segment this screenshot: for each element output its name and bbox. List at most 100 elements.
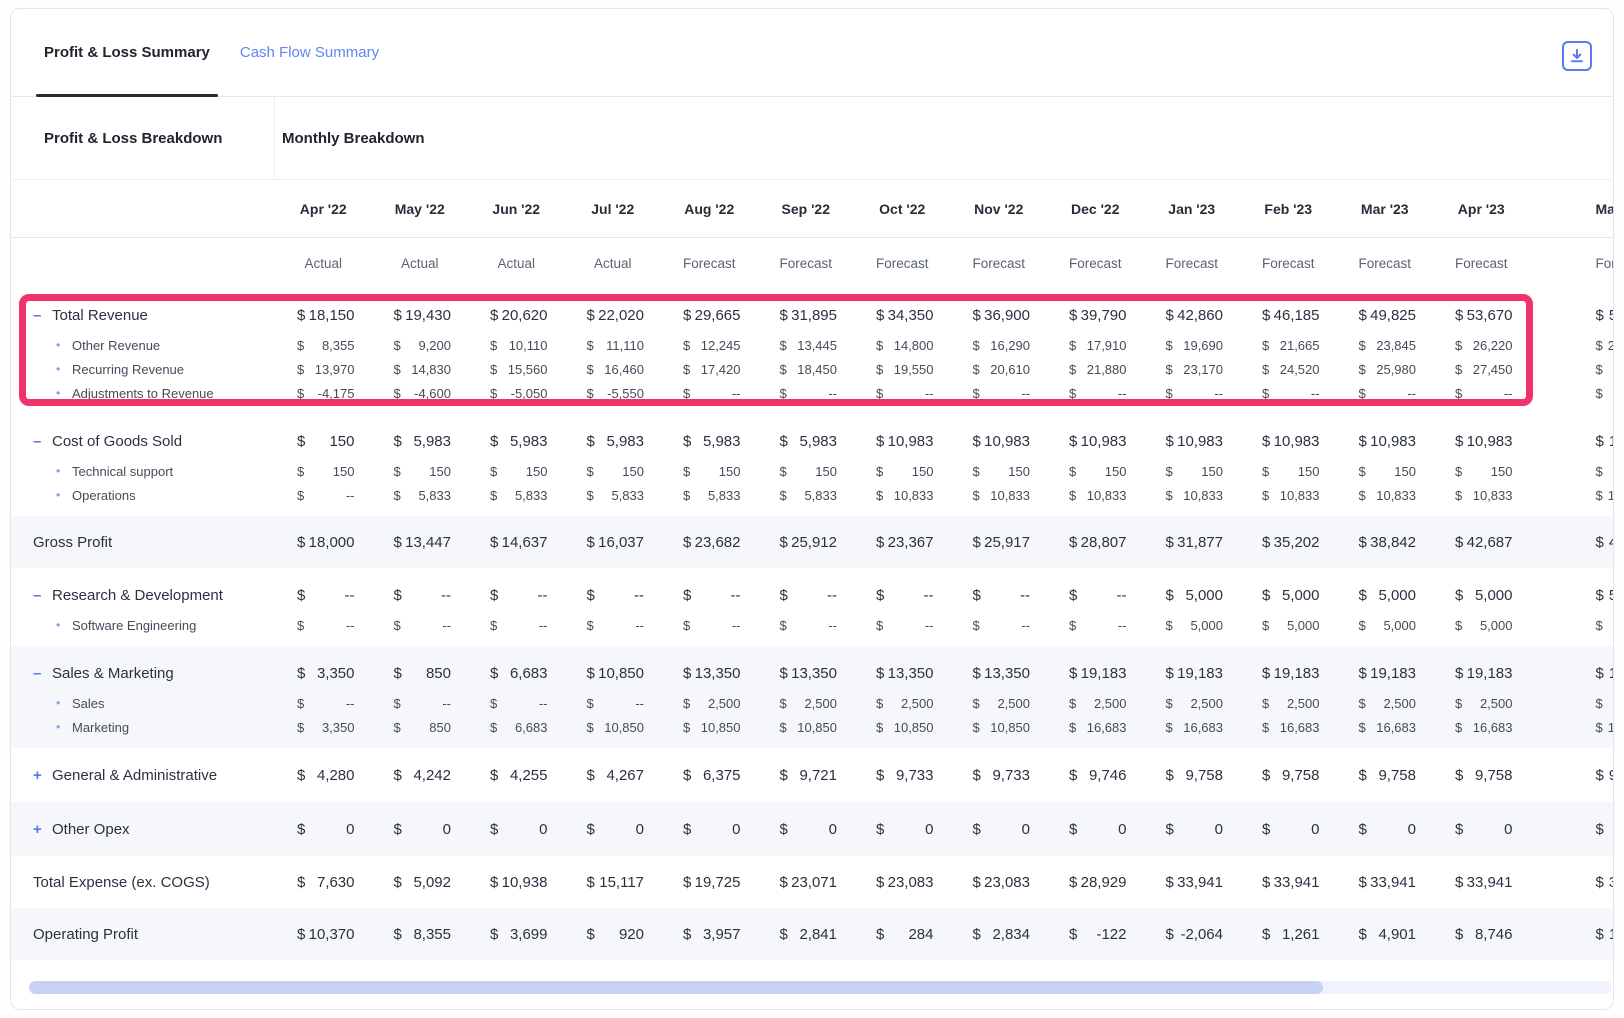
value-cell: $2,500 — [661, 696, 758, 711]
currency-symbol: $ — [1359, 821, 1367, 838]
currency-symbol: $ — [297, 362, 304, 377]
currency-symbol: $ — [1359, 767, 1367, 784]
currency-symbol: $ — [490, 433, 498, 450]
month-column-header: Jul '22 — [565, 201, 662, 217]
value-text: 10,833 — [1376, 488, 1416, 503]
value-cell: $13,350 — [661, 665, 758, 682]
currency-symbol: $ — [876, 433, 884, 450]
value-text: 0 — [1311, 821, 1319, 838]
collapse-icon[interactable]: – — [33, 666, 46, 681]
value-text: 10,983 — [1467, 433, 1513, 450]
value-text: 23,682 — [695, 534, 741, 551]
value-cell: $-- — [661, 386, 758, 401]
row-cost-of-goods-sold: –Cost of Goods Sold$150$5,983$5,983$5,98… — [11, 423, 1614, 459]
bullet-icon: • — [56, 339, 62, 351]
currency-symbol: $ — [297, 587, 305, 604]
currency-symbol: $ — [876, 696, 883, 711]
download-button[interactable] — [1562, 41, 1592, 71]
currency-symbol: $ — [490, 767, 498, 784]
tab-cash-flow-summary[interactable]: Cash Flow Summary — [232, 9, 387, 96]
value-text: 10,833 — [1183, 488, 1223, 503]
row-label-cell: •Technical support — [11, 464, 275, 479]
value-text: -- — [442, 696, 451, 711]
currency-symbol: $ — [490, 720, 497, 735]
value-text: 2 — [1608, 338, 1614, 353]
currency-symbol: $ — [1359, 874, 1367, 891]
row-label: Sales & Marketing — [52, 665, 174, 682]
currency-symbol: $ — [1262, 587, 1270, 604]
currency-symbol: $ — [683, 386, 690, 401]
currency-symbol: $ — [490, 587, 498, 604]
value-cell: $10,110 — [468, 338, 565, 353]
value-cell-partial: $1 — [1530, 720, 1615, 735]
currency-symbol: $ — [297, 926, 305, 943]
value-cell: $33,941 — [1144, 874, 1241, 891]
value-text: -- — [539, 618, 548, 633]
currency-symbol: $ — [780, 534, 788, 551]
expand-icon[interactable]: + — [33, 822, 46, 837]
value-cell: $150 — [1047, 464, 1144, 479]
row-label: Total Revenue — [52, 307, 148, 324]
value-text: 8,746 — [1475, 926, 1513, 943]
tab-profit-loss-summary[interactable]: Profit & Loss Summary — [36, 9, 218, 96]
currency-symbol: $ — [297, 464, 304, 479]
value-cell: $-- — [565, 618, 662, 633]
value-text: 13,350 — [888, 665, 934, 682]
value-cell: $9,746 — [1047, 767, 1144, 784]
value-text: 17,420 — [701, 362, 741, 377]
value-text: 33,941 — [1177, 874, 1223, 891]
currency-symbol: $ — [1262, 821, 1270, 838]
value-text: 150 — [622, 464, 644, 479]
currency-symbol: $ — [683, 433, 691, 450]
currency-symbol: $ — [297, 534, 305, 551]
currency-symbol: $ — [394, 338, 401, 353]
collapse-icon[interactable]: – — [33, 308, 46, 323]
value-cell: $0 — [372, 821, 469, 838]
currency-symbol: $ — [973, 488, 980, 503]
currency-symbol: $ — [394, 665, 402, 682]
horizontal-scrollbar[interactable] — [29, 981, 1612, 994]
value-cell: $18,150 — [275, 307, 372, 324]
expand-icon[interactable]: + — [33, 768, 46, 783]
currency-symbol: $ — [973, 767, 981, 784]
currency-symbol: $ — [297, 488, 304, 503]
value-text: 10,850 — [598, 665, 644, 682]
value-text: 4,901 — [1378, 926, 1416, 943]
value-cell: $-- — [565, 696, 662, 711]
row-label-cell: +Other Opex — [11, 821, 275, 838]
value-text: 10,983 — [984, 433, 1030, 450]
currency-symbol: $ — [490, 488, 497, 503]
value-text: 2,500 — [708, 696, 741, 711]
value-text: 4,242 — [413, 767, 451, 784]
value-cell: $150 — [951, 464, 1048, 479]
value-text: -4,600 — [414, 386, 451, 401]
value-text: 9 — [1609, 767, 1614, 784]
collapse-icon[interactable]: – — [33, 588, 46, 603]
currency-symbol: $ — [587, 665, 595, 682]
value-text: 35,202 — [1274, 534, 1320, 551]
value-text: -- — [1311, 386, 1320, 401]
value-text: 5,092 — [413, 874, 451, 891]
currency-symbol: $ — [587, 821, 595, 838]
value-text: 150 — [1491, 464, 1513, 479]
value-text: 9,721 — [799, 767, 837, 784]
currency-symbol: $ — [587, 338, 594, 353]
row-gross-profit: Gross Profit$18,000$13,447$14,637$16,037… — [11, 525, 1614, 559]
value-text: 9,758 — [1475, 767, 1513, 784]
period-type-label: Forecast — [1530, 256, 1615, 271]
value-text: 5,833 — [804, 488, 837, 503]
value-cell: $150 — [565, 464, 662, 479]
period-type-label: Forecast — [951, 256, 1048, 271]
value-cell: $-- — [661, 587, 758, 604]
value-text: 15,560 — [508, 362, 548, 377]
value-cell: $10,833 — [1240, 488, 1337, 503]
scrollbar-thumb[interactable] — [29, 981, 1323, 994]
currency-symbol: $ — [490, 665, 498, 682]
currency-symbol: $ — [1166, 821, 1174, 838]
currency-symbol: $ — [1166, 874, 1174, 891]
value-cell: $25,912 — [758, 534, 855, 551]
collapse-icon[interactable]: – — [33, 434, 46, 449]
value-text: 18,000 — [309, 534, 355, 551]
value-cell: $5,833 — [468, 488, 565, 503]
value-cell: $16,683 — [1144, 720, 1241, 735]
